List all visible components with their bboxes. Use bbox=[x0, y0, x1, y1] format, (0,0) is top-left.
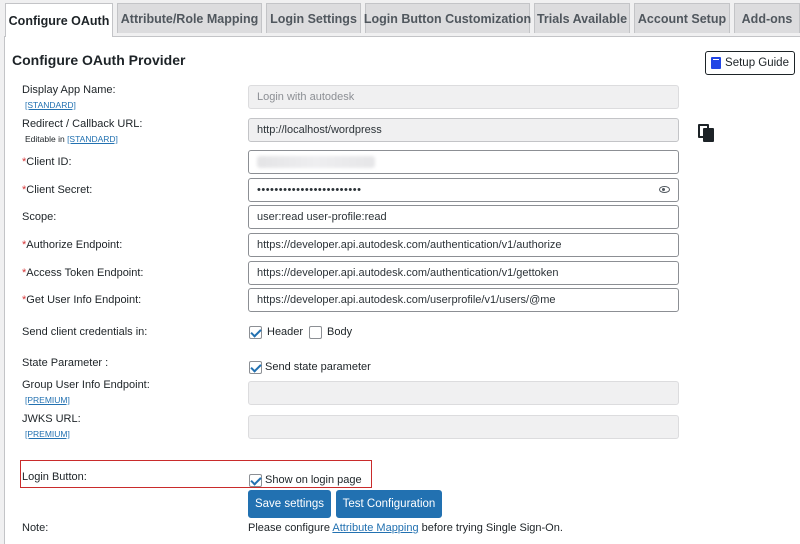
access-token-endpoint-input[interactable]: https://developer.api.autodesk.com/authe… bbox=[248, 261, 679, 285]
client-id-label-text: Client ID: bbox=[26, 156, 72, 168]
jwks-url-input[interactable] bbox=[248, 415, 679, 439]
setup-guide-label: Setup Guide bbox=[725, 57, 789, 69]
client-secret-input[interactable]: •••••••••••••••••••••••• bbox=[248, 178, 679, 202]
redirect-url-label: Redirect / Callback URL: bbox=[22, 118, 143, 130]
header-checkbox[interactable] bbox=[249, 326, 262, 339]
tab-add-ons[interactable]: Add-ons bbox=[734, 3, 800, 33]
authorize-endpoint-input[interactable]: https://developer.api.autodesk.com/authe… bbox=[248, 233, 679, 257]
attribute-mapping-link[interactable]: Attribute Mapping bbox=[332, 522, 418, 534]
state-parameter-checkbox[interactable] bbox=[249, 361, 262, 374]
setup-guide-button[interactable]: Setup Guide bbox=[705, 51, 795, 75]
save-settings-button[interactable]: Save settings bbox=[248, 490, 331, 518]
body-checkbox-label: Body bbox=[327, 326, 353, 338]
note-prefix: Please configure bbox=[248, 522, 333, 534]
login-button-label: Login Button: bbox=[22, 471, 87, 483]
client-secret-value: •••••••••••••••••••••••• bbox=[257, 184, 362, 196]
client-secret-label-text: Client Secret: bbox=[26, 184, 93, 196]
group-user-info-premium-link[interactable]: [PREMIUM] bbox=[25, 395, 70, 405]
jwks-url-label: JWKS URL: bbox=[22, 413, 81, 425]
client-secret-label: *Client Secret: bbox=[22, 184, 92, 196]
scope-label: Scope: bbox=[22, 211, 57, 223]
access-token-endpoint-label-text: Access Token Endpoint: bbox=[26, 267, 144, 279]
redirect-url-note-prefix: Editable in bbox=[25, 134, 68, 144]
page-title: Configure OAuth Provider bbox=[12, 52, 186, 68]
redirect-url-note: Editable in [STANDARD] bbox=[25, 134, 118, 144]
tab-account-setup[interactable]: Account Setup bbox=[634, 3, 730, 33]
scope-input[interactable]: user:read user-profile:read bbox=[248, 205, 679, 229]
client-id-label: *Client ID: bbox=[22, 156, 72, 168]
configure-oauth-panel: Configure OAuth Provider Setup Guide Dis… bbox=[4, 36, 800, 544]
book-icon bbox=[711, 57, 722, 69]
jwks-url-premium-link[interactable]: [PREMIUM] bbox=[25, 429, 70, 439]
display-app-name-standard-link[interactable]: [STANDARD] bbox=[25, 100, 76, 110]
authorize-endpoint-label: *Authorize Endpoint: bbox=[22, 239, 122, 251]
eye-icon[interactable] bbox=[659, 186, 670, 193]
client-id-redacted-value bbox=[257, 156, 375, 168]
user-info-endpoint-label: *Get User Info Endpoint: bbox=[22, 294, 141, 306]
access-token-endpoint-label: *Access Token Endpoint: bbox=[22, 267, 143, 279]
redirect-url-standard-link[interactable]: [STANDARD] bbox=[67, 134, 118, 144]
state-parameter-label: State Parameter : bbox=[22, 357, 109, 369]
user-info-endpoint-input[interactable]: https://developer.api.autodesk.com/userp… bbox=[248, 288, 679, 312]
redirect-url-input[interactable]: http://localhost/wordpress bbox=[248, 118, 679, 142]
note-suffix: before trying Single Sign-On. bbox=[418, 522, 563, 534]
state-parameter-checkbox-label: Send state parameter bbox=[265, 361, 371, 373]
client-id-input[interactable] bbox=[248, 150, 679, 174]
tab-trials-available[interactable]: Trials Available bbox=[534, 3, 630, 33]
tab-attribute-role-mapping[interactable]: Attribute/Role Mapping bbox=[117, 3, 262, 33]
tab-login-button-customization[interactable]: Login Button Customization bbox=[364, 3, 531, 33]
test-configuration-button[interactable]: Test Configuration bbox=[336, 490, 442, 518]
display-app-name-label: Display App Name: bbox=[22, 84, 116, 96]
tab-configure-oauth[interactable]: Configure OAuth bbox=[5, 3, 113, 37]
tab-login-settings[interactable]: Login Settings bbox=[266, 3, 361, 33]
header-checkbox-label: Header bbox=[267, 326, 304, 338]
copy-icon[interactable] bbox=[697, 122, 715, 142]
send-credentials-label: Send client credentials in: bbox=[22, 326, 148, 338]
note-text: Please configure Attribute Mapping befor… bbox=[248, 522, 563, 534]
tab-bar: Configure OAuth Attribute/Role Mapping L… bbox=[0, 0, 800, 37]
group-user-info-label: Group User Info Endpoint: bbox=[22, 379, 150, 391]
authorize-endpoint-label-text: Authorize Endpoint: bbox=[26, 239, 123, 251]
show-on-login-page-label: Show on login page bbox=[265, 474, 362, 486]
group-user-info-input[interactable] bbox=[248, 381, 679, 405]
display-app-name-input[interactable]: Login with autodesk bbox=[248, 85, 679, 109]
user-info-endpoint-label-text: Get User Info Endpoint: bbox=[26, 294, 142, 306]
body-checkbox[interactable] bbox=[309, 326, 322, 339]
show-on-login-page-checkbox[interactable] bbox=[249, 474, 262, 487]
note-label: Note: bbox=[22, 522, 49, 534]
